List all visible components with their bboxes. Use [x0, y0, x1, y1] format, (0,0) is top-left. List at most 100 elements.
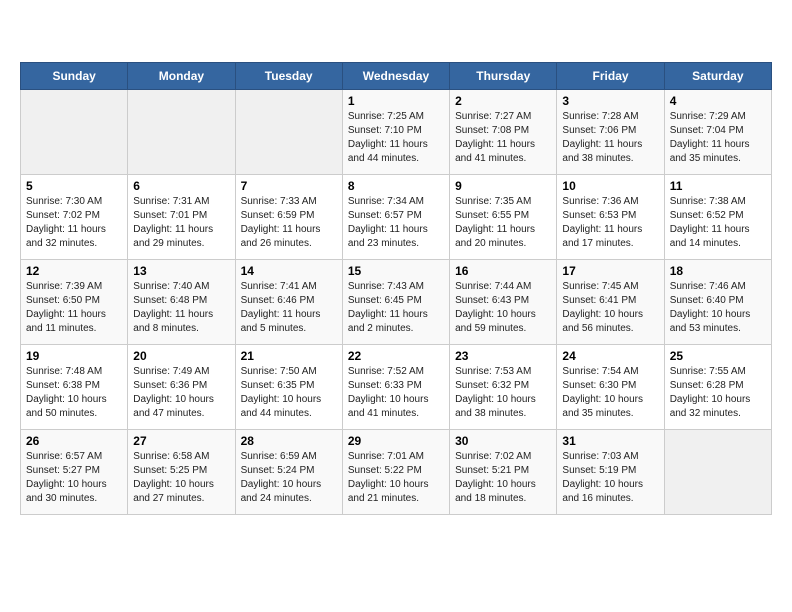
- calendar-cell: 8 Sunrise: 7:34 AM Sunset: 6:57 PM Daylig…: [342, 175, 449, 260]
- day-info: Sunrise: 7:41 AM Sunset: 6:46 PM Dayligh…: [241, 280, 337, 336]
- calendar-body: 1 Sunrise: 7:25 AM Sunset: 7:10 PM Daylig…: [21, 90, 772, 515]
- calendar-cell: 17 Sunrise: 7:45 AM Sunset: 6:41 PM Dayli…: [557, 260, 664, 345]
- day-info: Sunrise: 7:28 AM Sunset: 7:06 PM Dayligh…: [562, 110, 658, 166]
- day-info: Sunrise: 7:49 AM Sunset: 6:36 PM Dayligh…: [133, 365, 229, 421]
- calendar-cell: 4 Sunrise: 7:29 AM Sunset: 7:04 PM Daylig…: [664, 90, 771, 175]
- calendar-cell: 22Sunrise: 7:52 AM Sunset: 6:33 PM Dayli…: [342, 345, 449, 430]
- day-info: Sunrise: 7:34 AM Sunset: 6:57 PM Dayligh…: [348, 195, 444, 251]
- calendar-cell: [235, 90, 342, 175]
- calendar-cell: 28Sunrise: 6:59 AM Sunset: 5:24 PM Dayli…: [235, 430, 342, 515]
- calendar-cell: 13 Sunrise: 7:40 AM Sunset: 6:48 PM Dayli…: [128, 260, 235, 345]
- day-info: Sunrise: 7:50 AM Sunset: 6:35 PM Dayligh…: [241, 365, 337, 421]
- day-number: 13: [133, 264, 229, 278]
- calendar-cell: 2 Sunrise: 7:27 AM Sunset: 7:08 PM Daylig…: [450, 90, 557, 175]
- calendar-cell: 10Sunrise: 7:36 AM Sunset: 6:53 PM Dayli…: [557, 175, 664, 260]
- day-number: 4: [670, 94, 766, 108]
- weekday-friday: Friday: [557, 63, 664, 90]
- day-info: Sunrise: 7:43 AM Sunset: 6:45 PM Dayligh…: [348, 280, 444, 336]
- day-number: 3: [562, 94, 658, 108]
- day-info: Sunrise: 7:30 AM Sunset: 7:02 PM Dayligh…: [26, 195, 122, 251]
- day-number: 26: [26, 434, 122, 448]
- day-number: 20: [133, 349, 229, 363]
- day-number: 2: [455, 94, 551, 108]
- calendar-cell: [664, 430, 771, 515]
- calendar-cell: 27 Sunrise: 6:58 AM Sunset: 5:25 PM Dayli…: [128, 430, 235, 515]
- calendar-week-2: 5 Sunrise: 7:30 AM Sunset: 7:02 PM Daylig…: [21, 175, 772, 260]
- day-number: 18: [670, 264, 766, 278]
- day-info: Sunrise: 6:58 AM Sunset: 5:25 PM Dayligh…: [133, 450, 229, 506]
- calendar-cell: 11 Sunrise: 7:38 AM Sunset: 6:52 PM Dayli…: [664, 175, 771, 260]
- logo: [20, 20, 56, 52]
- day-info: Sunrise: 7:53 AM Sunset: 6:32 PM Dayligh…: [455, 365, 551, 421]
- weekday-saturday: Saturday: [664, 63, 771, 90]
- day-info: Sunrise: 7:44 AM Sunset: 6:43 PM Dayligh…: [455, 280, 551, 336]
- calendar-cell: 18 Sunrise: 7:46 AM Sunset: 6:40 PM Dayli…: [664, 260, 771, 345]
- weekday-wednesday: Wednesday: [342, 63, 449, 90]
- page-header: [20, 20, 772, 52]
- day-number: 30: [455, 434, 551, 448]
- day-info: Sunrise: 7:33 AM Sunset: 6:59 PM Dayligh…: [241, 195, 337, 251]
- day-info: Sunrise: 7:29 AM Sunset: 7:04 PM Dayligh…: [670, 110, 766, 166]
- calendar-cell: [21, 90, 128, 175]
- calendar-cell: 7 Sunrise: 7:33 AM Sunset: 6:59 PM Daylig…: [235, 175, 342, 260]
- calendar-cell: 23 Sunrise: 7:53 AM Sunset: 6:32 PM Dayli…: [450, 345, 557, 430]
- day-number: 27: [133, 434, 229, 448]
- day-number: 31: [562, 434, 658, 448]
- calendar-week-4: 19Sunrise: 7:48 AM Sunset: 6:38 PM Dayli…: [21, 345, 772, 430]
- day-number: 1: [348, 94, 444, 108]
- day-info: Sunrise: 6:59 AM Sunset: 5:24 PM Dayligh…: [241, 450, 337, 506]
- day-number: 23: [455, 349, 551, 363]
- day-number: 22: [348, 349, 444, 363]
- calendar-cell: 16 Sunrise: 7:44 AM Sunset: 6:43 PM Dayli…: [450, 260, 557, 345]
- day-info: Sunrise: 7:03 AM Sunset: 5:19 PM Dayligh…: [562, 450, 658, 506]
- day-number: 8: [348, 179, 444, 193]
- day-number: 11: [670, 179, 766, 193]
- day-number: 16: [455, 264, 551, 278]
- calendar-week-5: 26 Sunrise: 6:57 AM Sunset: 5:27 PM Dayli…: [21, 430, 772, 515]
- day-number: 7: [241, 179, 337, 193]
- day-number: 24: [562, 349, 658, 363]
- day-number: 10: [562, 179, 658, 193]
- day-info: Sunrise: 7:25 AM Sunset: 7:10 PM Dayligh…: [348, 110, 444, 166]
- day-number: 14: [241, 264, 337, 278]
- day-info: Sunrise: 7:38 AM Sunset: 6:52 PM Dayligh…: [670, 195, 766, 251]
- calendar-cell: 29Sunrise: 7:01 AM Sunset: 5:22 PM Dayli…: [342, 430, 449, 515]
- day-info: Sunrise: 7:40 AM Sunset: 6:48 PM Dayligh…: [133, 280, 229, 336]
- day-info: Sunrise: 7:48 AM Sunset: 6:38 PM Dayligh…: [26, 365, 122, 421]
- calendar-cell: [128, 90, 235, 175]
- day-info: Sunrise: 7:31 AM Sunset: 7:01 PM Dayligh…: [133, 195, 229, 251]
- day-number: 15: [348, 264, 444, 278]
- day-info: Sunrise: 7:54 AM Sunset: 6:30 PM Dayligh…: [562, 365, 658, 421]
- calendar-cell: 30 Sunrise: 7:02 AM Sunset: 5:21 PM Dayli…: [450, 430, 557, 515]
- day-info: Sunrise: 7:01 AM Sunset: 5:22 PM Dayligh…: [348, 450, 444, 506]
- calendar-cell: 19Sunrise: 7:48 AM Sunset: 6:38 PM Dayli…: [21, 345, 128, 430]
- day-info: Sunrise: 7:02 AM Sunset: 5:21 PM Dayligh…: [455, 450, 551, 506]
- day-info: Sunrise: 7:46 AM Sunset: 6:40 PM Dayligh…: [670, 280, 766, 336]
- day-info: Sunrise: 7:35 AM Sunset: 6:55 PM Dayligh…: [455, 195, 551, 251]
- calendar-cell: 21 Sunrise: 7:50 AM Sunset: 6:35 PM Dayli…: [235, 345, 342, 430]
- calendar-cell: 5 Sunrise: 7:30 AM Sunset: 7:02 PM Daylig…: [21, 175, 128, 260]
- calendar-cell: 3 Sunrise: 7:28 AM Sunset: 7:06 PM Daylig…: [557, 90, 664, 175]
- day-info: Sunrise: 7:45 AM Sunset: 6:41 PM Dayligh…: [562, 280, 658, 336]
- weekday-header-row: SundayMondayTuesdayWednesdayThursdayFrid…: [21, 63, 772, 90]
- day-info: Sunrise: 7:39 AM Sunset: 6:50 PM Dayligh…: [26, 280, 122, 336]
- day-number: 12: [26, 264, 122, 278]
- day-number: 21: [241, 349, 337, 363]
- calendar-week-1: 1 Sunrise: 7:25 AM Sunset: 7:10 PM Daylig…: [21, 90, 772, 175]
- day-number: 17: [562, 264, 658, 278]
- day-number: 25: [670, 349, 766, 363]
- calendar-cell: 6Sunrise: 7:31 AM Sunset: 7:01 PM Daylig…: [128, 175, 235, 260]
- calendar-cell: 31 Sunrise: 7:03 AM Sunset: 5:19 PM Dayli…: [557, 430, 664, 515]
- weekday-tuesday: Tuesday: [235, 63, 342, 90]
- day-number: 9: [455, 179, 551, 193]
- logo-icon: [20, 20, 52, 52]
- day-info: Sunrise: 6:57 AM Sunset: 5:27 PM Dayligh…: [26, 450, 122, 506]
- calendar-week-3: 12 Sunrise: 7:39 AM Sunset: 6:50 PM Dayli…: [21, 260, 772, 345]
- calendar-cell: 1 Sunrise: 7:25 AM Sunset: 7:10 PM Daylig…: [342, 90, 449, 175]
- calendar-cell: 25 Sunrise: 7:55 AM Sunset: 6:28 PM Dayli…: [664, 345, 771, 430]
- day-info: Sunrise: 7:55 AM Sunset: 6:28 PM Dayligh…: [670, 365, 766, 421]
- calendar-cell: 26 Sunrise: 6:57 AM Sunset: 5:27 PM Dayli…: [21, 430, 128, 515]
- day-info: Sunrise: 7:27 AM Sunset: 7:08 PM Dayligh…: [455, 110, 551, 166]
- day-number: 5: [26, 179, 122, 193]
- calendar-cell: 20 Sunrise: 7:49 AM Sunset: 6:36 PM Dayli…: [128, 345, 235, 430]
